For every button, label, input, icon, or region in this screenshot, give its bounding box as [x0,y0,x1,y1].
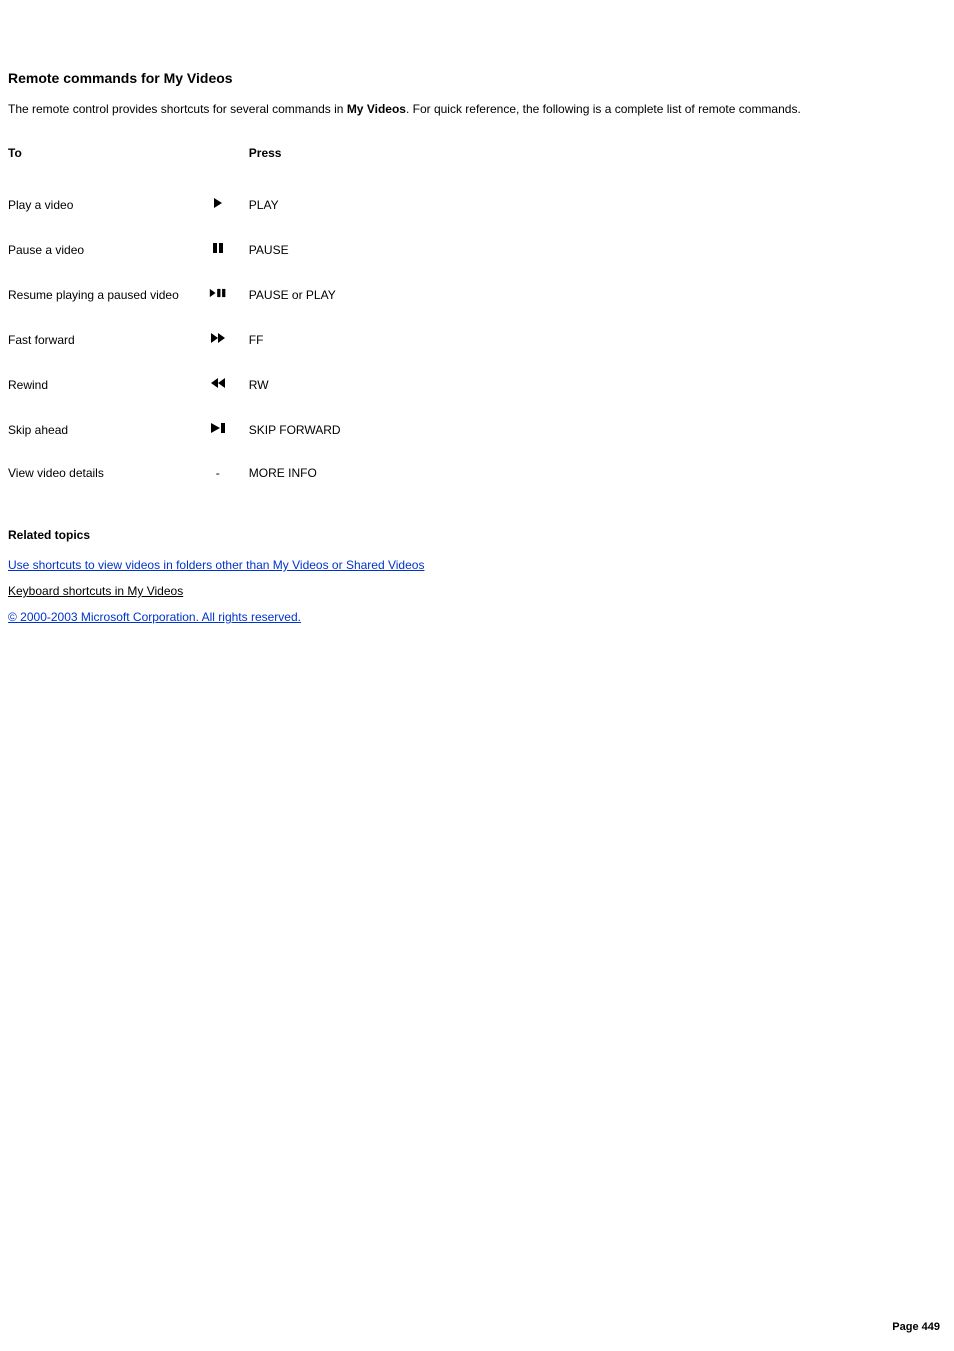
cell-icon [203,272,249,317]
related-topics-heading: Related topics [8,528,946,542]
table-row: View video details - MORE INFO [8,452,365,494]
cell-icon [203,362,249,407]
table-header-icon [203,146,249,182]
cell-to: Play a video [8,182,203,227]
cell-icon [203,407,249,452]
link-shortcuts[interactable]: Use shortcuts to view videos in folders … [8,558,424,572]
cell-to: Pause a video [8,227,203,272]
table-row: Fast forward FF [8,317,365,362]
link-copyright[interactable]: © 2000-2003 Microsoft Corporation. All r… [8,610,301,624]
intro-text-post: . For quick reference, the following is … [406,102,801,116]
link-keyboard-shortcuts[interactable]: Keyboard shortcuts in My Videos [8,584,183,598]
cell-press: MORE INFO [249,452,365,494]
page-container: Remote commands for My Videos The remote… [0,0,954,1351]
cell-press: RW [249,362,365,407]
cell-icon [203,182,249,227]
page-title: Remote commands for My Videos [8,70,946,86]
intro-paragraph: The remote control provides shortcuts fo… [8,100,946,118]
cell-to: Resume playing a paused video [8,272,203,317]
table-row: Resume playing a paused video PAUSE or P… [8,272,365,317]
table-header-to: To [8,146,203,182]
page-number: Page 449 [892,1321,940,1333]
intro-text-bold: My Videos [347,102,406,116]
skip-forward-icon [209,421,227,435]
cell-icon [203,317,249,362]
table-row: Pause a video PAUSE [8,227,365,272]
cell-to: Skip ahead [8,407,203,452]
play-pause-icon [209,286,227,300]
cell-to: Rewind [8,362,203,407]
cell-press: PAUSE or PLAY [249,272,365,317]
table-row: Play a video PLAY [8,182,365,227]
cell-icon: - [203,452,249,494]
pause-icon [209,241,227,255]
cell-press: PLAY [249,182,365,227]
fast-forward-icon [209,331,227,345]
dash-icon: - [216,466,220,480]
intro-text-pre: The remote control provides shortcuts fo… [8,102,347,116]
cell-press: SKIP FORWARD [249,407,365,452]
table-row: Skip ahead SKIP FORWARD [8,407,365,452]
cell-press: PAUSE [249,227,365,272]
play-icon [209,196,227,210]
rewind-icon [209,376,227,390]
cell-icon [203,227,249,272]
table-header-press: Press [249,146,365,182]
commands-table: To Press Play a video PLAY Pause a video [8,146,365,494]
cell-to: Fast forward [8,317,203,362]
table-row: Rewind RW [8,362,365,407]
cell-press: FF [249,317,365,362]
cell-to: View video details [8,452,203,494]
